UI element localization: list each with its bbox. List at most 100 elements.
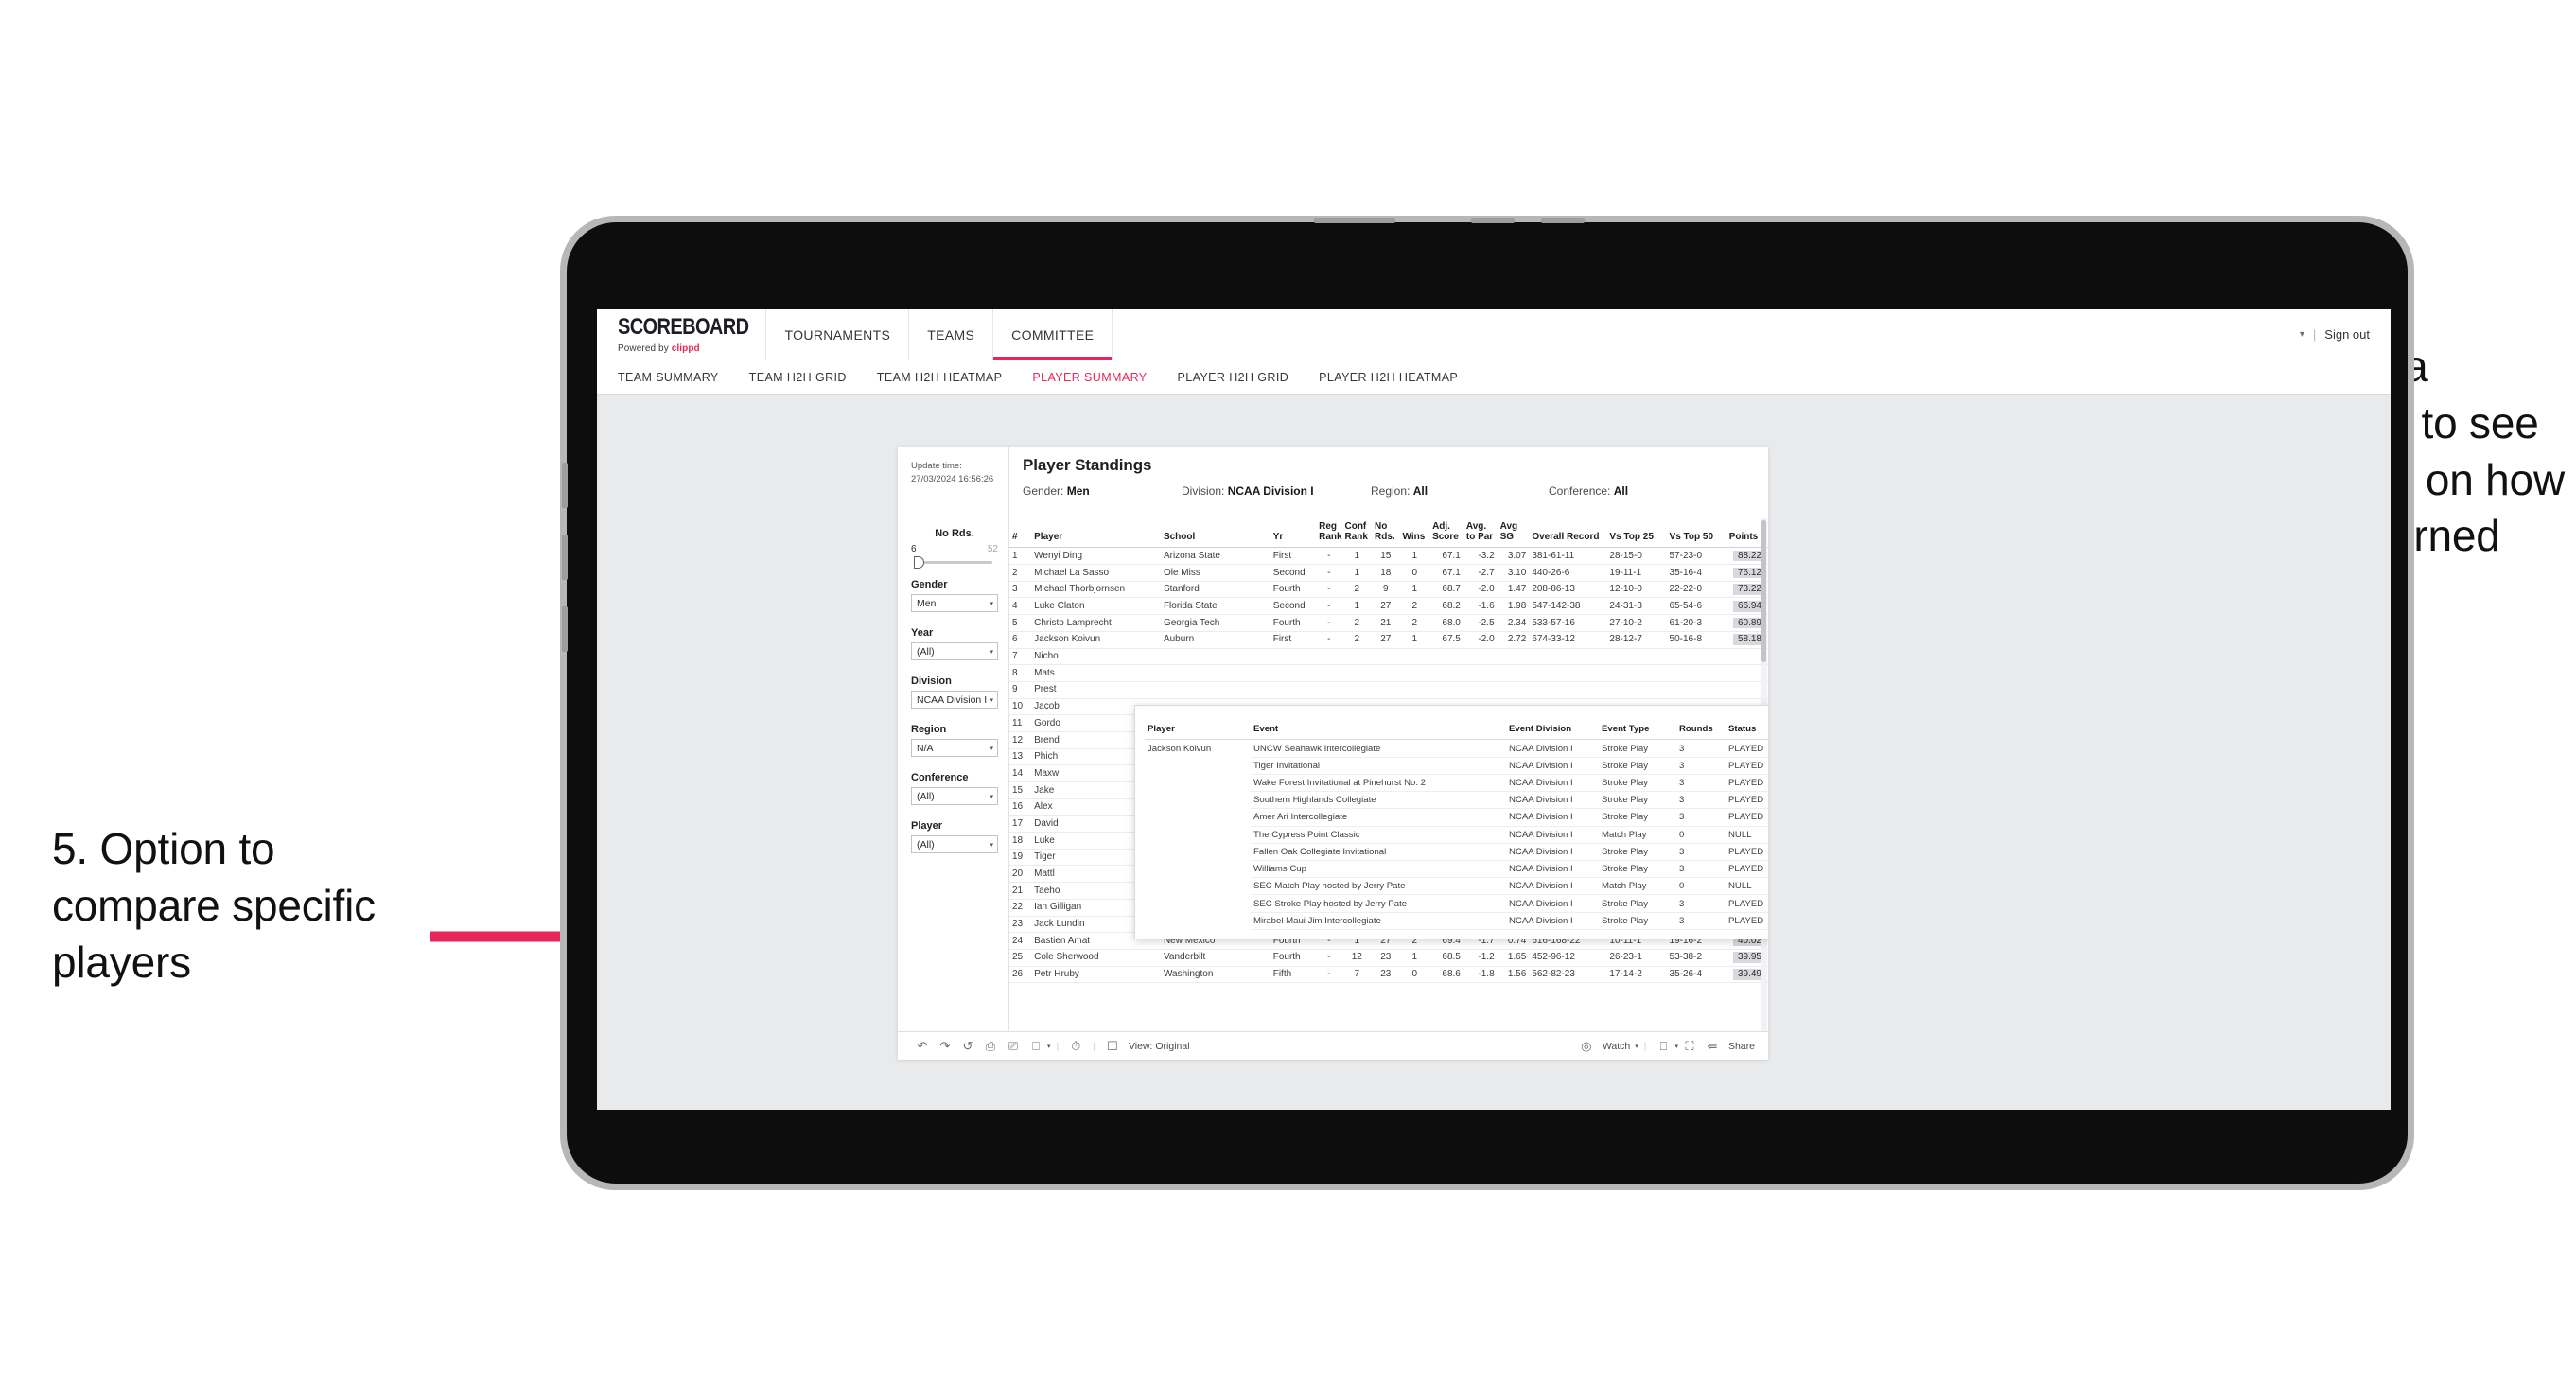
pause-updates-icon[interactable]: ⎚: [1002, 1039, 1025, 1054]
col-avg-sg[interactable]: Avg SG: [1497, 518, 1530, 549]
col-vs-top-50[interactable]: Vs Top 50: [1666, 518, 1726, 549]
col-conf-rank[interactable]: Conf Rank: [1341, 518, 1373, 549]
cell-n: 9: [1009, 681, 1032, 699]
tip-cell-player: [1145, 792, 1251, 809]
fullscreen-icon[interactable]: ⛶: [1678, 1039, 1701, 1054]
tip-col-player: Player: [1145, 712, 1251, 741]
watch-button[interactable]: ◎ Watch ▾: [1575, 1039, 1638, 1054]
cell-n: 18: [1009, 832, 1032, 850]
tooltip-row: Wake Forest Invitational at Pinehurst No…: [1145, 774, 1768, 793]
sign-out-link[interactable]: Sign out: [2324, 327, 2370, 342]
col-avg-to-par[interactable]: Avg. to Par: [1463, 518, 1498, 549]
tip-cell-rounds: 3: [1676, 894, 1726, 913]
share-button[interactable]: ⇚ Share: [1701, 1039, 1755, 1054]
table-row[interactable]: 26 Petr Hruby Washington Fifth -7 23 0 68.6 -1.8…: [1009, 966, 1768, 984]
slider-handle[interactable]: [914, 556, 924, 569]
no-rounds-slider[interactable]: [914, 556, 992, 569]
cell-player: Christo Lamprecht: [1031, 614, 1161, 632]
cell-rec: 208-86-13: [1529, 581, 1607, 599]
table-row[interactable]: 25 Cole Sherwood Vanderbilt Fourth -12 23 1 68.…: [1009, 949, 1768, 967]
chevron-down-icon[interactable]: ▾: [2300, 329, 2304, 340]
undo-icon[interactable]: ↶: [911, 1039, 934, 1054]
cell-conf: [1341, 648, 1373, 666]
tip-cell-division: NCAA Division I: [1506, 739, 1599, 758]
table-row[interactable]: 9 Prest: [1009, 681, 1768, 699]
brand-logo[interactable]: SCOREBOARD Powered by clippd: [597, 309, 767, 360]
cell-rec: 533-57-16: [1529, 614, 1607, 632]
tooltip-row: Amer Ari Intercollegiate NCAA Division IS…: [1145, 808, 1768, 827]
filter-select-gender[interactable]: Men ▾: [911, 594, 998, 612]
tip-cell-division: NCAA Division I: [1506, 774, 1599, 793]
cell-school: [1160, 664, 1270, 682]
tab-team-summary[interactable]: TEAM SUMMARY: [618, 371, 740, 384]
col-no-rounds[interactable]: No Rds.: [1372, 518, 1400, 549]
table-row[interactable]: 6 Jackson Koivun Auburn First -2 27 1 67.5 -2.0 2…: [1009, 631, 1768, 649]
cell-rds: 9: [1372, 581, 1400, 599]
table-header-row: # Player School Yr Reg Rank Conf Rank No…: [1009, 518, 1768, 549]
filter-summary-conference-label: Conference:: [1549, 484, 1611, 498]
table-row[interactable]: 8 Mats: [1009, 664, 1768, 682]
revert-icon[interactable]: ↺: [956, 1039, 979, 1054]
refresh-data-icon[interactable]: ⎙: [979, 1039, 1002, 1054]
tooltip-row: Tiger Invitational NCAA Division I Stroke …: [1145, 757, 1768, 775]
tab-player-h2h-grid[interactable]: PLAYER H2H GRID: [1178, 371, 1310, 384]
download-icon[interactable]: ⎕: [1652, 1039, 1674, 1054]
cell-adj: 67.1: [1429, 547, 1463, 566]
points-breakdown-tooltip: Player Event Event Division Event Type R…: [1134, 705, 1768, 939]
tip-cell-status: PLAYED: [1726, 912, 1768, 930]
col-reg-rank[interactable]: Reg Rank: [1316, 518, 1342, 549]
tab-player-h2h-heatmap[interactable]: PLAYER H2H HEATMAP: [1319, 371, 1479, 384]
tab-team-h2h-grid[interactable]: TEAM H2H GRID: [749, 371, 867, 384]
tab-player-summary[interactable]: PLAYER SUMMARY: [1032, 371, 1167, 384]
col-wins[interactable]: Wins: [1399, 518, 1430, 549]
cell-conf: 1: [1341, 564, 1373, 582]
nav-item-tournaments[interactable]: TOURNAMENTS: [766, 309, 910, 360]
header-account-area: ▾ | Sign out: [2300, 309, 2391, 360]
cell-yr: Fourth: [1270, 581, 1317, 599]
cell-n: 19: [1009, 849, 1032, 867]
device-button-side-2: [562, 535, 568, 580]
cell-t50: [1666, 681, 1726, 699]
table-row[interactable]: 4 Luke Claton Florida State Second -1 27 2 68.2…: [1009, 597, 1768, 616]
cell-school: Stanford: [1160, 581, 1270, 599]
col-adj-score[interactable]: Adj. Score: [1429, 518, 1463, 549]
filter-select-division[interactable]: NCAA Division I ▾: [911, 691, 998, 709]
table-row[interactable]: 1 Wenyi Ding Arizona State First -1 15 1 67.1 -3…: [1009, 547, 1768, 566]
cell-school: Washington: [1160, 966, 1270, 984]
table-row[interactable]: 5 Christo Lamprecht Georgia Tech Fourth -2 21…: [1009, 614, 1768, 632]
table-row[interactable]: 3 Michael Thorbjornsen Stanford Fourth -2 9 1 6…: [1009, 581, 1768, 599]
filter-select-conference[interactable]: (All) ▾: [911, 787, 998, 805]
filter-value-region: N/A: [917, 742, 934, 754]
col-player[interactable]: Player: [1031, 518, 1161, 549]
redo-icon[interactable]: ↷: [934, 1039, 956, 1054]
cell-n: 16: [1009, 798, 1032, 816]
cell-n: 20: [1009, 865, 1032, 884]
col-overall-record[interactable]: Overall Record: [1529, 518, 1607, 549]
col-year[interactable]: Yr: [1270, 518, 1317, 549]
chevron-down-icon: ▾: [990, 600, 993, 607]
scrollbar-thumb[interactable]: [1761, 520, 1766, 662]
tip-cell-rounds: 3: [1676, 860, 1726, 879]
update-time-value: 27/03/2024 16:56:26: [911, 473, 994, 484]
filter-select-player[interactable]: (All) ▾: [911, 835, 998, 853]
tip-cell-player: [1145, 878, 1251, 895]
history-clock-icon[interactable]: ⏱: [1064, 1039, 1087, 1054]
tip-cell-player: [1145, 861, 1251, 878]
table-row[interactable]: 2 Michael La Sasso Ole Miss Second -1 18 0 67.1…: [1009, 564, 1768, 582]
view-original-button[interactable]: ☐ View: Original: [1101, 1039, 1189, 1054]
zoom-tool-icon[interactable]: ⎕: [1025, 1039, 1047, 1054]
points-breakdown-table: Player Event Event Division Event Type R…: [1145, 712, 1768, 930]
table-row[interactable]: 7 Nicho: [1009, 648, 1768, 666]
nav-item-teams[interactable]: TEAMS: [909, 309, 994, 360]
col-school[interactable]: School: [1160, 518, 1270, 549]
tip-cell-division: NCAA Division I: [1506, 877, 1599, 896]
col-rank[interactable]: #: [1009, 518, 1032, 549]
filter-select-region[interactable]: N/A ▾: [911, 739, 998, 757]
filter-summary-division-label: Division:: [1182, 484, 1225, 498]
col-vs-top-25[interactable]: Vs Top 25: [1606, 518, 1667, 549]
filter-select-year[interactable]: (All) ▾: [911, 642, 998, 660]
nav-item-committee[interactable]: COMMITTEE: [993, 309, 1113, 360]
chevron-down-icon[interactable]: ▾: [1047, 1043, 1051, 1050]
tab-team-h2h-heatmap[interactable]: TEAM H2H HEATMAP: [877, 371, 1024, 384]
tooltip-row: Southern Highlands Collegiate NCAA Divisi…: [1145, 791, 1768, 810]
